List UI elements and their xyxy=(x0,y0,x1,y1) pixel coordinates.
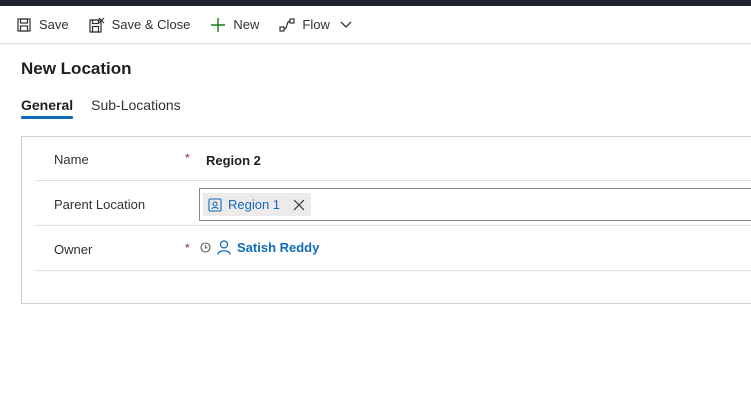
save-button[interactable]: Save xyxy=(10,10,75,40)
name-label: Name xyxy=(54,152,89,167)
save-and-close-label: Save & Close xyxy=(111,17,191,32)
parent-location-value[interactable]: Region 1 xyxy=(228,197,280,212)
owner-row: Owner * Satish Reddy xyxy=(35,227,751,271)
close-icon[interactable] xyxy=(293,199,305,211)
new-button[interactable]: New xyxy=(204,10,265,40)
chevron-down-icon[interactable] xyxy=(340,21,352,29)
new-label: New xyxy=(233,17,260,32)
parent-location-row: Parent Location Region 1 xyxy=(35,182,751,226)
flow-button[interactable]: Flow xyxy=(273,10,357,40)
lock-icon xyxy=(200,242,211,253)
name-field[interactable]: Region 2 xyxy=(206,153,261,168)
page-title: New Location xyxy=(21,59,132,78)
save-and-close-button[interactable]: Save & Close xyxy=(83,10,197,40)
command-bar: Save Save & Close New Flow xyxy=(0,6,751,44)
save-icon xyxy=(16,17,32,33)
name-row: Name * Region 2 xyxy=(35,137,751,181)
tab-general[interactable]: General xyxy=(21,97,74,119)
required-indicator: * xyxy=(185,151,190,165)
location-entity-icon xyxy=(208,197,222,212)
parent-location-lookup[interactable]: Region 1 xyxy=(199,188,751,221)
plus-icon xyxy=(210,17,226,33)
save-close-icon xyxy=(89,17,105,33)
flow-label: Flow xyxy=(302,17,330,32)
flow-icon xyxy=(279,17,296,33)
required-indicator: * xyxy=(185,241,190,255)
owner-value-link[interactable]: Satish Reddy xyxy=(237,240,319,255)
form-panel: New Location General Sub-Locations Name … xyxy=(0,45,751,417)
person-icon xyxy=(217,240,231,255)
parent-location-label: Parent Location xyxy=(54,197,146,212)
owner-field[interactable]: Satish Reddy xyxy=(200,240,319,255)
general-section: Name * Region 2 Parent Location Region 1… xyxy=(21,136,751,304)
owner-label: Owner xyxy=(54,242,93,257)
form-tabs: General Sub-Locations xyxy=(21,97,199,119)
save-label: Save xyxy=(39,17,69,32)
tab-sub-locations[interactable]: Sub-Locations xyxy=(91,97,181,119)
lookup-selected-item[interactable]: Region 1 xyxy=(203,193,312,216)
